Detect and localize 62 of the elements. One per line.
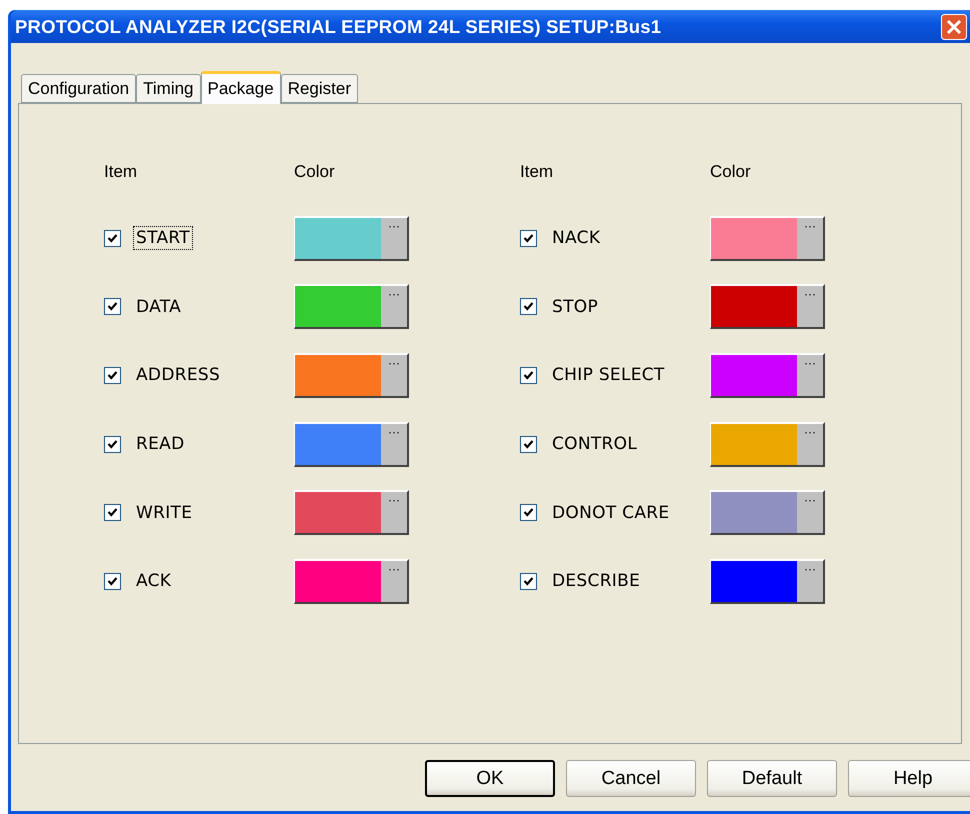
check-icon [523, 438, 534, 450]
item-label: STOP [551, 296, 600, 319]
dialog-button[interactable]: Help [848, 760, 970, 797]
tab[interactable]: Package [200, 71, 281, 104]
item-label: CHIP SELECT [551, 364, 666, 388]
check-icon [107, 576, 118, 587]
check-icon [107, 370, 118, 381]
check-icon [107, 507, 118, 518]
column-header: Color [710, 162, 752, 182]
item-label: DESCRIBE [551, 570, 642, 594]
checkbox[interactable] [104, 436, 121, 453]
close-icon[interactable] [941, 14, 967, 40]
checkbox[interactable] [520, 230, 537, 247]
item-label: ACK [135, 570, 172, 594]
color-picker-button[interactable]: ··· [294, 352, 409, 398]
checkbox[interactable] [104, 366, 121, 384]
check-icon [523, 370, 534, 381]
checkbox[interactable] [104, 572, 121, 590]
tab[interactable]: Configuration [21, 74, 136, 103]
color-picker-button[interactable]: ··· [294, 490, 409, 536]
dialog-button[interactable]: Default [707, 760, 837, 797]
checkbox[interactable] [520, 366, 537, 384]
dialog-button[interactable]: Cancel [566, 760, 696, 797]
item-label: DONOT CARE [551, 502, 670, 525]
color-picker-button[interactable]: ··· [710, 284, 825, 330]
check-icon [523, 301, 534, 312]
color-picker-button[interactable]: ··· [710, 422, 825, 467]
checkbox[interactable] [520, 436, 537, 453]
checkbox[interactable] [104, 230, 121, 247]
dialog-button[interactable]: OK [425, 760, 555, 797]
check-icon [523, 232, 534, 244]
tab[interactable]: Register [280, 74, 358, 103]
checkbox[interactable] [520, 572, 537, 590]
color-picker-button[interactable]: ··· [294, 284, 409, 330]
check-icon [107, 301, 118, 312]
column-header: Color [294, 162, 336, 182]
checkbox[interactable] [520, 298, 537, 316]
check-icon [107, 438, 118, 450]
column-header: Item [104, 162, 138, 182]
checkbox[interactable] [104, 298, 121, 316]
color-picker-button[interactable]: ··· [294, 558, 409, 604]
tab[interactable]: Timing [136, 74, 201, 103]
color-picker-button[interactable]: ··· [294, 216, 409, 261]
check-icon [523, 576, 534, 587]
item-label: READ [135, 433, 186, 456]
color-picker-button[interactable]: ··· [710, 558, 825, 604]
window-title: PROTOCOL ANALYZER I2C(SERIAL EEPROM 24L SERIES) SETUP:Bus1 [15, 16, 662, 38]
color-picker-button[interactable]: ··· [294, 422, 409, 467]
item-label: ADDRESS [135, 364, 222, 388]
color-picker-button[interactable]: ··· [710, 216, 825, 261]
color-picker-button[interactable]: ··· [710, 352, 825, 398]
check-icon [107, 232, 118, 244]
color-picker-button[interactable]: ··· [710, 490, 825, 536]
checkbox[interactable] [520, 504, 537, 522]
item-label: WRITE [135, 502, 194, 525]
item-label: NACK [551, 227, 602, 250]
item-label: DATA [135, 296, 182, 319]
check-icon [523, 507, 534, 518]
item-label: START [133, 226, 193, 250]
column-header: Item [520, 162, 554, 182]
item-label: CONTROL [551, 433, 638, 456]
checkbox[interactable] [104, 504, 121, 522]
